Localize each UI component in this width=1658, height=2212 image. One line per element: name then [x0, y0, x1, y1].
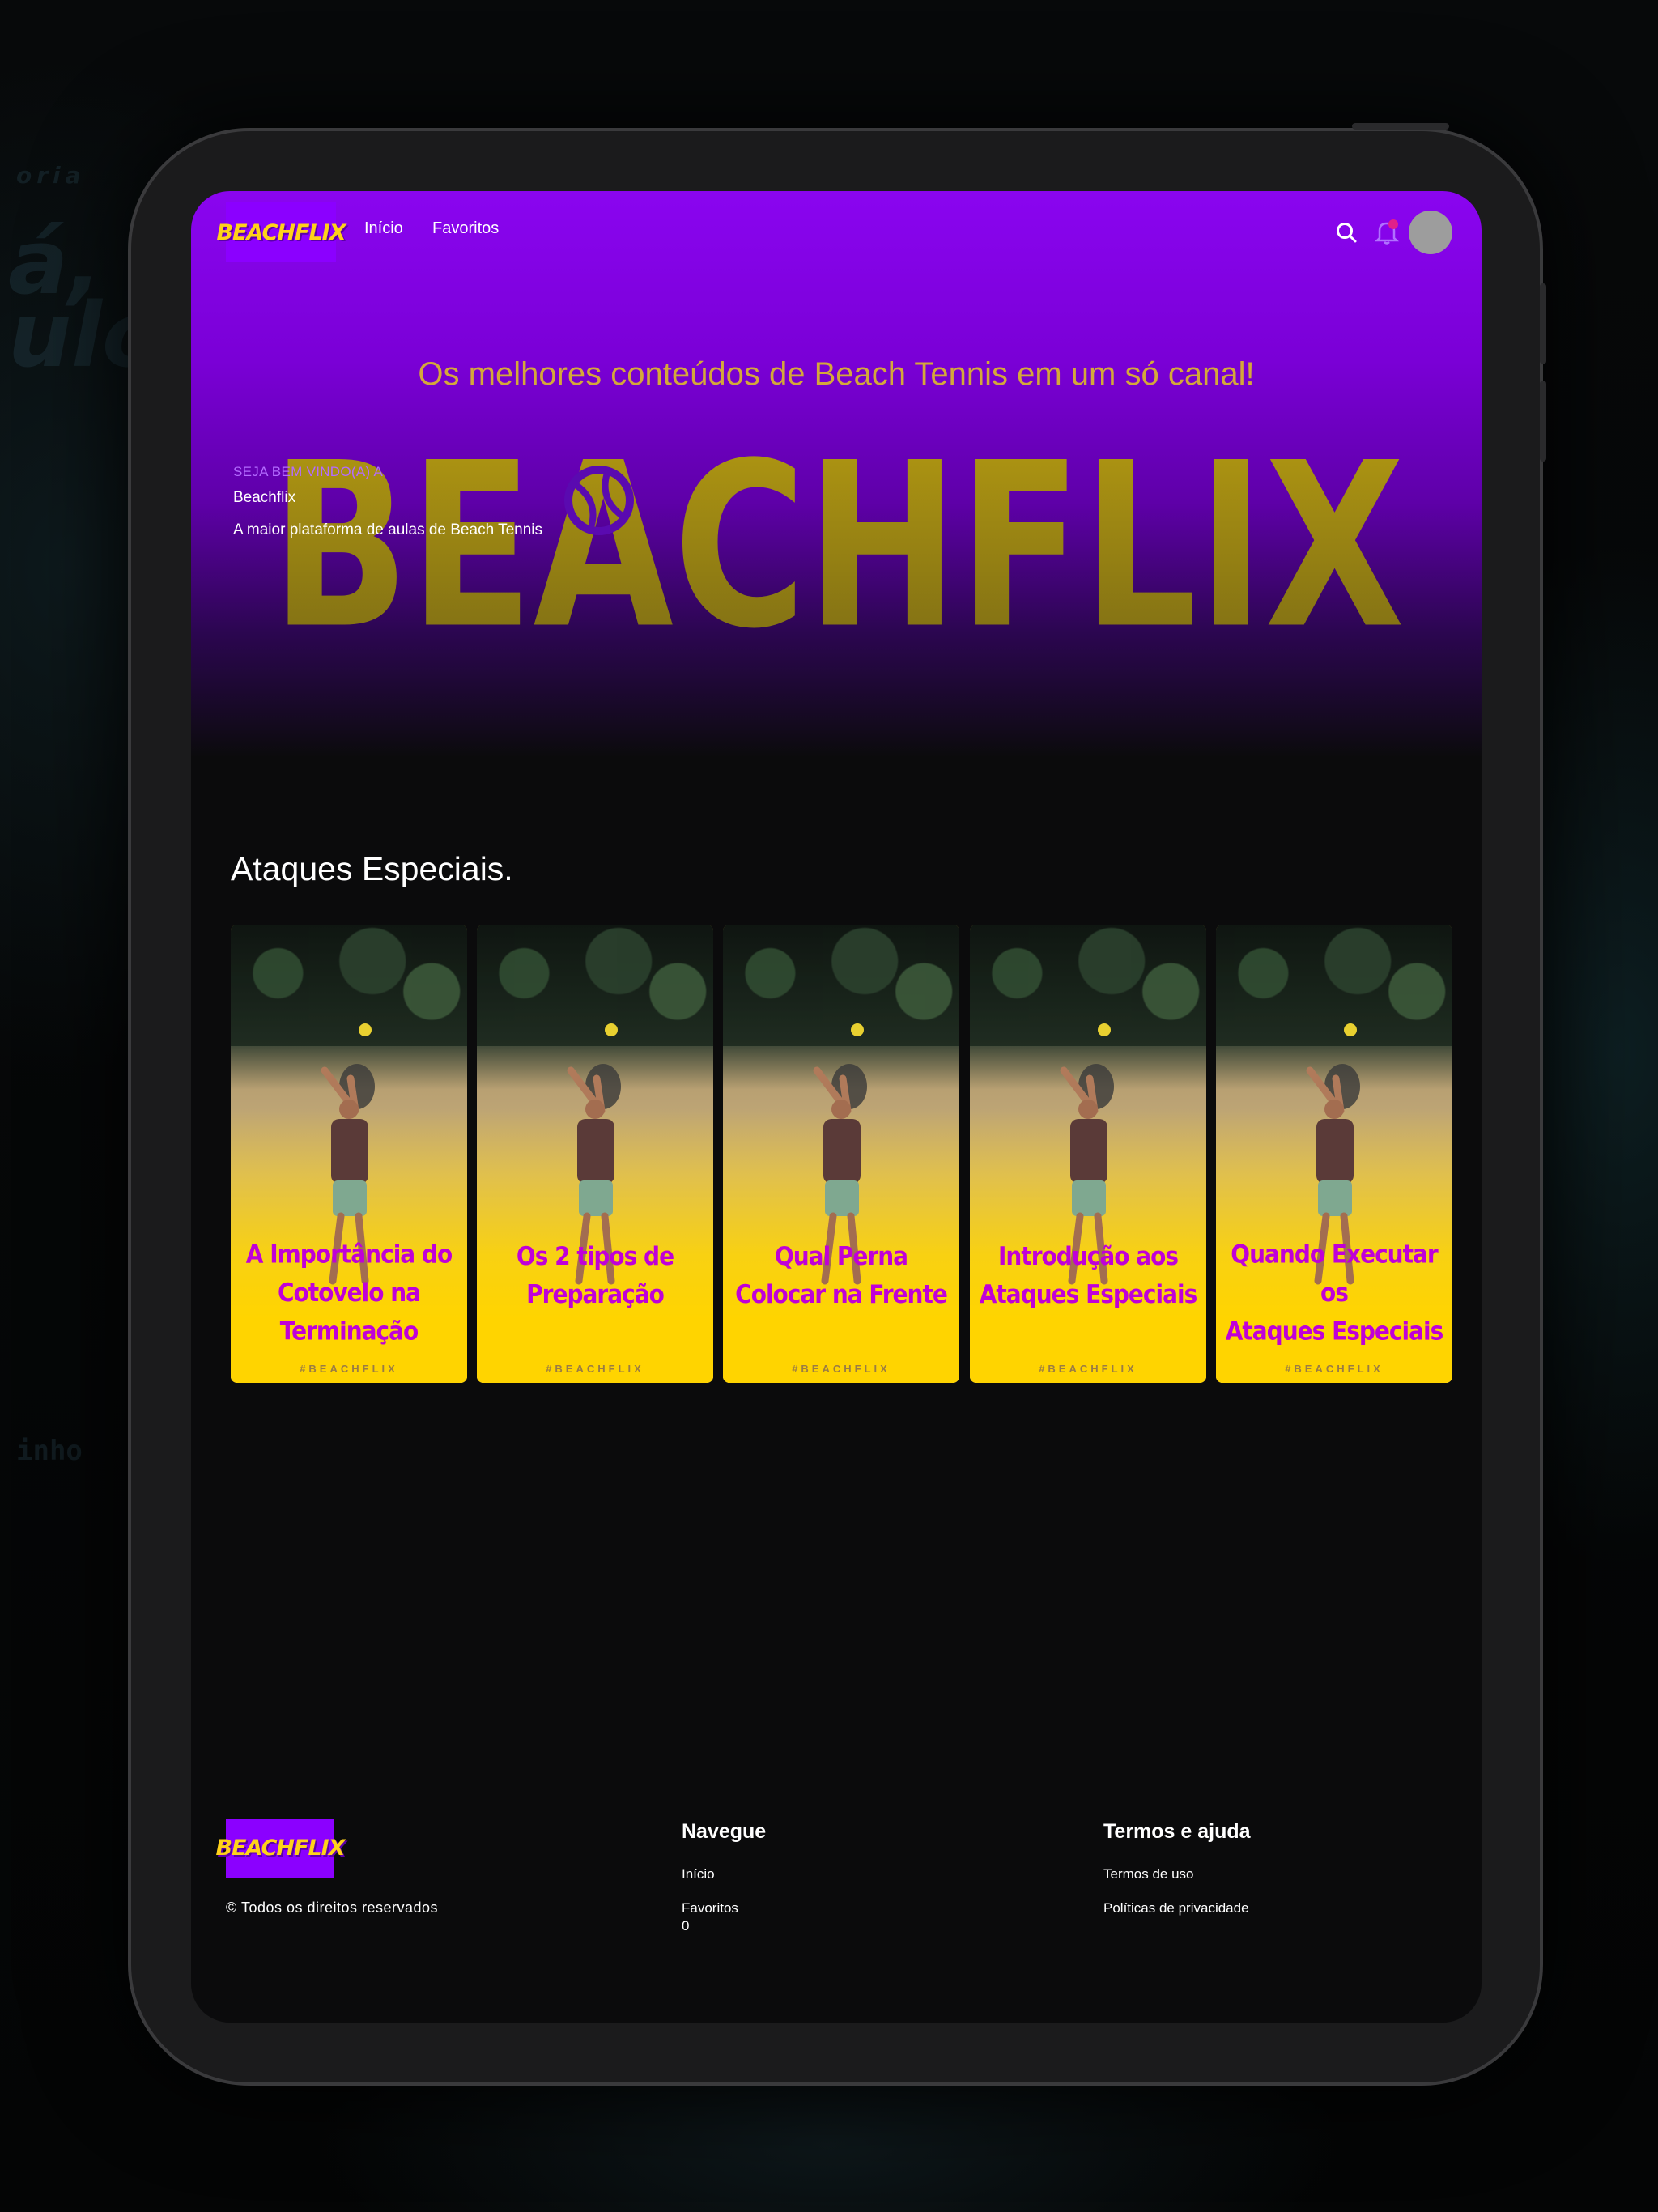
power-button [1352, 123, 1449, 130]
nav-link-favoritos[interactable]: Favoritos [432, 219, 499, 238]
footer-link-privacidade[interactable]: Políticas de privacidade [1103, 1900, 1249, 1916]
volume-button [1540, 283, 1546, 364]
avatar[interactable] [1409, 211, 1452, 254]
hero-banner: BEACHFLIX Os melhores conteúdos de Beach… [191, 191, 1482, 758]
nav-link-inicio[interactable]: Início [364, 219, 403, 238]
card-title: A Importância do Cotovelo na Terminação [239, 1236, 459, 1351]
card-title-line: A Importância do [245, 1240, 453, 1270]
card-hashtag: #BEACHFLIX [792, 1363, 891, 1375]
card-title-line: Preparação [526, 1279, 665, 1309]
footer-heading-termos: Termos e ajuda [1103, 1820, 1251, 1843]
card-hashtag: #BEACHFLIX [546, 1363, 644, 1375]
card-hashtag: #BEACHFLIX [1285, 1363, 1384, 1375]
search-icon[interactable] [1335, 221, 1358, 244]
card-title-line: Ataques Especiais [979, 1279, 1198, 1309]
card-title-line: Cotovelo na [277, 1278, 421, 1308]
backdrop-word: oria [16, 162, 86, 189]
hero-welcome: SEJA BEM VINDO(A) A [233, 464, 384, 479]
bell-icon[interactable] [1375, 219, 1399, 245]
hero-title: Beachflix [233, 489, 296, 506]
hero-description: A maior plataforma de aulas de Beach Ten… [233, 521, 542, 538]
footer-copyright: © Todos os direitos reservados [226, 1899, 439, 1916]
hero-tagline: Os melhores conteúdos de Beach Tennis em… [418, 356, 1255, 392]
card-hashtag: #BEACHFLIX [300, 1363, 398, 1375]
video-card[interactable]: Os 2 tipos de Preparação #BEACHFLIX [477, 925, 713, 1383]
video-card[interactable]: A Importância do Cotovelo na Terminação #BE… [231, 925, 467, 1383]
footer-link-inicio[interactable]: Início [682, 1866, 715, 1882]
card-title: Quando Executar os Ataques Especiais [1224, 1236, 1444, 1351]
footer-link-favoritos[interactable]: Favoritos [682, 1900, 738, 1916]
app-screen: BEACHFLIX Os melhores conteúdos de Beach… [191, 191, 1482, 2023]
logo-text: BEACHFLIX [216, 219, 346, 245]
backdrop-word: inho [16, 1435, 83, 1467]
video-card[interactable]: Introdução aos Ataques Especiais #BEACHFLI… [970, 925, 1206, 1383]
footer-link-termos-de-uso[interactable]: Termos de uso [1103, 1866, 1194, 1882]
section-title: Ataques Especiais. [231, 850, 513, 887]
card-title-line: Qual Perna [774, 1241, 908, 1271]
card-title-line: Os 2 tipos de [516, 1241, 674, 1271]
volume-button [1540, 381, 1546, 462]
card-title: Qual Perna Colocar na Frente [731, 1237, 951, 1314]
video-card[interactable]: Quando Executar os Ataques Especiais #BEAC… [1216, 925, 1452, 1383]
card-title-line: Colocar na Frente [735, 1279, 948, 1309]
top-nav: BEACHFLIX Início Favoritos [191, 191, 1482, 272]
card-hashtag: #BEACHFLIX [1039, 1363, 1137, 1375]
footer-favorites-count: 0 [682, 1918, 690, 1933]
footer-heading-navegue: Navegue [682, 1820, 767, 1843]
card-title-line: Ataques Especiais [1225, 1316, 1444, 1346]
logo-text: BEACHFLIX [215, 1836, 346, 1861]
card-title-line: Terminação [279, 1316, 419, 1346]
card-title: Os 2 tipos de Preparação [485, 1237, 705, 1314]
footer-logo[interactable]: BEACHFLIX [216, 1819, 346, 1878]
card-title: Introdução aos Ataques Especiais [978, 1237, 1198, 1314]
card-title-line: Quando Executar os [1231, 1240, 1438, 1308]
card-title-line: Introdução aos [997, 1241, 1179, 1271]
brand-logo[interactable]: BEACHFLIX [217, 202, 346, 262]
video-card[interactable]: Qual Perna Colocar na Frente #BEACHFLIX [723, 925, 959, 1383]
